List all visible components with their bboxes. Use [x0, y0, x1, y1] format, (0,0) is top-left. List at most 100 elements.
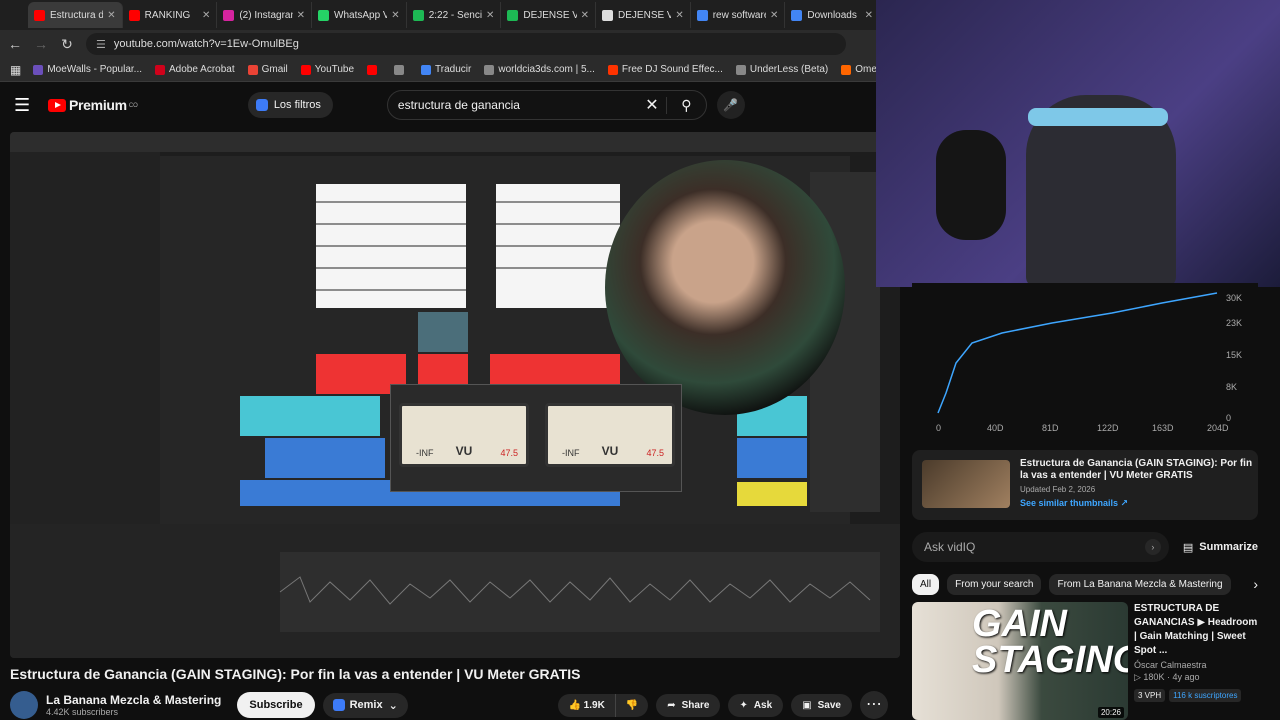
close-tab-icon[interactable]: ✕	[770, 10, 778, 21]
browser-tab[interactable]: Downloads ✕	[785, 2, 881, 28]
close-tab-icon[interactable]: ✕	[486, 10, 494, 21]
bookmark-item[interactable]: UnderLess (Beta)	[735, 64, 828, 75]
thumbnail-card: Estructura de Ganancia (GAIN STAGING): P…	[912, 450, 1258, 520]
x-tick-label: 122D	[1097, 423, 1119, 433]
browser-tab[interactable]: 2:22 - Sencillo ✕	[407, 2, 502, 28]
search-input[interactable]: estructura de ganancia	[398, 98, 638, 112]
tab-title: DEJENSE VER	[618, 9, 671, 21]
summarize-label: Summarize	[1199, 541, 1258, 553]
more-actions-icon[interactable]: ⋯	[860, 691, 888, 719]
bookmark-label: worldcia3ds.com | 5...	[498, 64, 595, 75]
channel-avatar[interactable]	[10, 691, 38, 719]
bookmark-favicon-icon	[841, 64, 852, 75]
chip-0[interactable]: All	[912, 573, 940, 595]
thumbnail-card-title: Estructura de Ganancia (GAIN STAGING): P…	[1020, 458, 1253, 481]
clear-search-icon[interactable]: ✕	[638, 95, 666, 115]
chip-2[interactable]: From La Banana Mezcla & Mastering	[1049, 573, 1231, 595]
close-tab-icon[interactable]: ✕	[581, 10, 589, 21]
tab-title: DEJENSE VER	[523, 9, 576, 21]
y-tick-label: 0	[1226, 413, 1232, 423]
save-button[interactable]: ▣ Save	[791, 693, 852, 717]
chips-next-icon[interactable]: ›	[1253, 576, 1258, 592]
bookmark-favicon-icon	[247, 64, 258, 75]
vu-meter-left: -INF VU 47.5	[399, 403, 529, 467]
ask-vidiq-bar: Ask vidIQ › ▤ Summarize	[912, 532, 1258, 562]
streamer-webcam	[876, 0, 1280, 287]
bookmark-item[interactable]	[394, 64, 408, 75]
bookmark-item[interactable]: Free DJ Sound Effec...	[607, 64, 723, 75]
remix-button[interactable]: Remix ⌄	[322, 692, 408, 718]
apps-icon[interactable]: ▦	[10, 63, 21, 77]
browser-tab[interactable]: WhatsApp Vid ✕	[312, 2, 407, 28]
like-button[interactable]: 👍 1.9K	[558, 694, 614, 717]
browser-tab[interactable]: RANKING ✕	[123, 2, 218, 28]
youtube-header: ☰ Premium CO Los filtros estructura de g…	[0, 82, 880, 128]
recommended-video[interactable]: GAIN STAGING 20:26 ESTRUCTURA DE GANANCI…	[912, 602, 1258, 720]
vu-right-peak: 47.5	[646, 448, 664, 458]
back-icon[interactable]: ←	[4, 36, 26, 52]
close-tab-icon[interactable]: ✕	[107, 10, 115, 21]
ask-button[interactable]: ✦ Ask	[728, 693, 784, 717]
thumbnail-preview[interactable]	[922, 460, 1010, 508]
x-tick-label: 40D	[987, 423, 1004, 433]
channel-name[interactable]: La Banana Mezcla & Mastering	[46, 693, 221, 707]
reload-icon[interactable]: ↻	[56, 36, 78, 53]
chip-1[interactable]: From your search	[947, 573, 1042, 595]
filters-button[interactable]: Los filtros	[247, 92, 333, 118]
summarize-icon: ▤	[1182, 541, 1194, 554]
bookmark-item[interactable]: Traducir	[421, 64, 471, 75]
browser-tab[interactable]: (2) Instagram ✕	[217, 2, 313, 28]
microphone-icon[interactable]: 🎤	[716, 91, 745, 119]
recommended-thumb-text: GAIN STAGING	[972, 603, 1128, 681]
ask-placeholder: Ask vidIQ	[924, 540, 976, 554]
search-icon[interactable]: ⚲	[665, 96, 706, 114]
dislike-button[interactable]: 👎	[614, 693, 648, 717]
bookmark-item[interactable]	[367, 64, 381, 75]
share-button[interactable]: ➦ Share	[656, 693, 721, 717]
close-tab-icon[interactable]: ✕	[391, 10, 399, 21]
video-player[interactable]: -INF VU 47.5 -INF VU 47.5	[10, 132, 900, 658]
address-bar[interactable]: ☰ youtube.com/watch?v=1Ew-OmulBEg	[86, 33, 846, 55]
y-tick-label: 30K	[1226, 293, 1243, 303]
summarize-button[interactable]: ▤ Summarize	[1183, 541, 1258, 554]
bookmark-item[interactable]: YouTube	[300, 64, 354, 75]
bookmark-item[interactable]: Adobe Acrobat	[155, 64, 235, 75]
bookmark-favicon-icon	[735, 64, 746, 75]
bookmark-label: MoeWalls - Popular...	[47, 64, 143, 75]
forward-icon[interactable]: →	[30, 36, 52, 52]
search-box: estructura de ganancia ✕ ⚲	[386, 90, 707, 120]
bookmark-item[interactable]: worldcia3ds.com | 5...	[484, 64, 595, 75]
bookmark-favicon-icon	[300, 64, 311, 75]
browser-tab[interactable]: rew software ✕	[691, 2, 786, 28]
views-line-chart	[937, 292, 1218, 414]
vu-meter-plugin: -INF VU 47.5 -INF VU 47.5	[390, 384, 682, 492]
subscribe-button[interactable]: Subscribe	[237, 692, 315, 718]
presenter-webcam-overlay	[605, 160, 845, 415]
close-tab-icon[interactable]: ✕	[202, 10, 210, 21]
recommended-thumbnail[interactable]: GAIN STAGING 20:26	[912, 602, 1128, 720]
logo-text: Premium	[69, 97, 127, 113]
region-code: CO	[128, 103, 138, 109]
similar-thumbnails-link[interactable]: See similar thumbnails ↗	[1020, 498, 1258, 509]
browser-tab[interactable]: DEJENSE VER ✕	[501, 2, 597, 28]
chevron-right-icon[interactable]: ›	[1144, 539, 1161, 555]
bookmark-item[interactable]: MoeWalls - Popular...	[33, 64, 142, 75]
browser-tab[interactable]: DEJENSE VER ✕	[596, 2, 691, 28]
hamburger-menu-icon[interactable]: ☰	[14, 95, 38, 116]
remix-label: Remix	[349, 699, 383, 711]
close-tab-icon[interactable]: ✕	[675, 10, 683, 21]
close-tab-icon[interactable]: ✕	[297, 10, 305, 21]
close-tab-icon[interactable]: ✕	[865, 10, 873, 21]
site-info-icon[interactable]: ☰	[96, 38, 106, 51]
tab-favicon-icon	[791, 9, 803, 21]
browser-tab[interactable]: Estructura de ✕	[28, 2, 123, 28]
browser-toolbar: ← → ↻ ☰ youtube.com/watch?v=1Ew-OmulBEg	[0, 30, 880, 58]
bookmark-item[interactable]: Gmail	[247, 64, 288, 75]
tab-favicon-icon	[223, 9, 235, 21]
ask-vidiq-input[interactable]: Ask vidIQ ›	[912, 532, 1169, 562]
recommended-title[interactable]: ESTRUCTURA DE GANANCIAS ▶ Headroom | Gai…	[1134, 602, 1258, 658]
youtube-premium-logo[interactable]: Premium CO	[48, 97, 138, 113]
tab-title: Downloads	[807, 9, 857, 21]
channel-row: La Banana Mezcla & Mastering 4.42K subsc…	[10, 690, 900, 720]
recommended-channel[interactable]: Óscar Calmaestra	[1134, 660, 1258, 670]
